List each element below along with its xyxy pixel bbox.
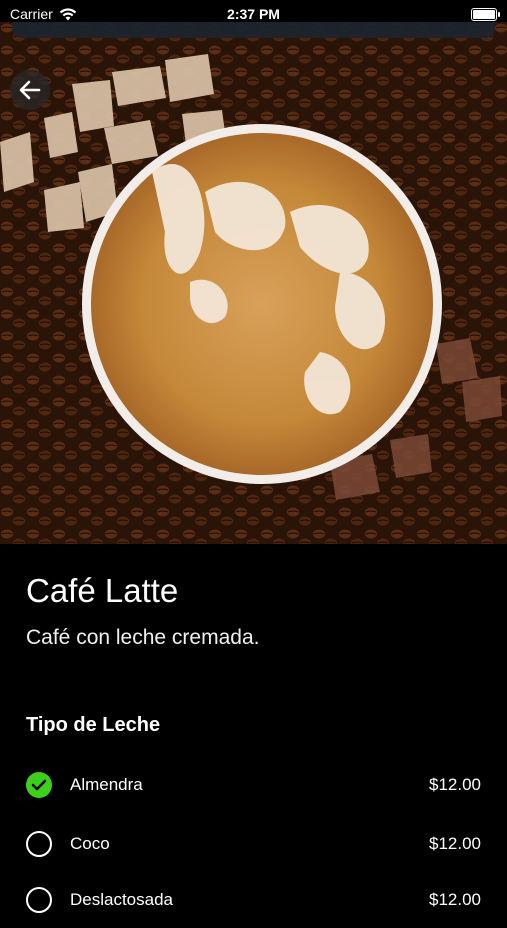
status-left: Carrier bbox=[10, 6, 77, 22]
option-price: $12.00 bbox=[429, 890, 481, 909]
coffee-photo bbox=[0, 22, 507, 544]
checkmark-icon[interactable] bbox=[26, 772, 52, 798]
option-label: Almendra bbox=[70, 775, 143, 794]
radio-icon[interactable] bbox=[26, 887, 52, 913]
option-price: $12.00 bbox=[429, 775, 481, 794]
radio-icon[interactable] bbox=[26, 831, 52, 857]
status-bar: Carrier 2:37 PM bbox=[0, 0, 507, 28]
milk-option-coco[interactable]: Coco $12.00 bbox=[0, 816, 507, 872]
milk-option-almendra[interactable]: Almendra $12.00 bbox=[0, 757, 507, 813]
product-image bbox=[0, 22, 507, 544]
milk-section-title: Tipo de Leche bbox=[26, 714, 161, 736]
option-price: $12.00 bbox=[429, 834, 481, 853]
battery-icon bbox=[471, 7, 500, 21]
milk-option-deslactosada[interactable]: Deslactosada $12.00 bbox=[0, 872, 507, 928]
option-label: Coco bbox=[70, 834, 110, 853]
arrow-left-icon bbox=[19, 80, 41, 100]
carrier-label: Carrier bbox=[10, 6, 53, 22]
wifi-icon bbox=[59, 7, 76, 20]
back-button[interactable] bbox=[10, 70, 50, 110]
option-label: Deslactosada bbox=[70, 890, 174, 909]
product-title: Café Latte bbox=[26, 572, 179, 609]
product-description: Café con leche cremada. bbox=[26, 626, 260, 649]
